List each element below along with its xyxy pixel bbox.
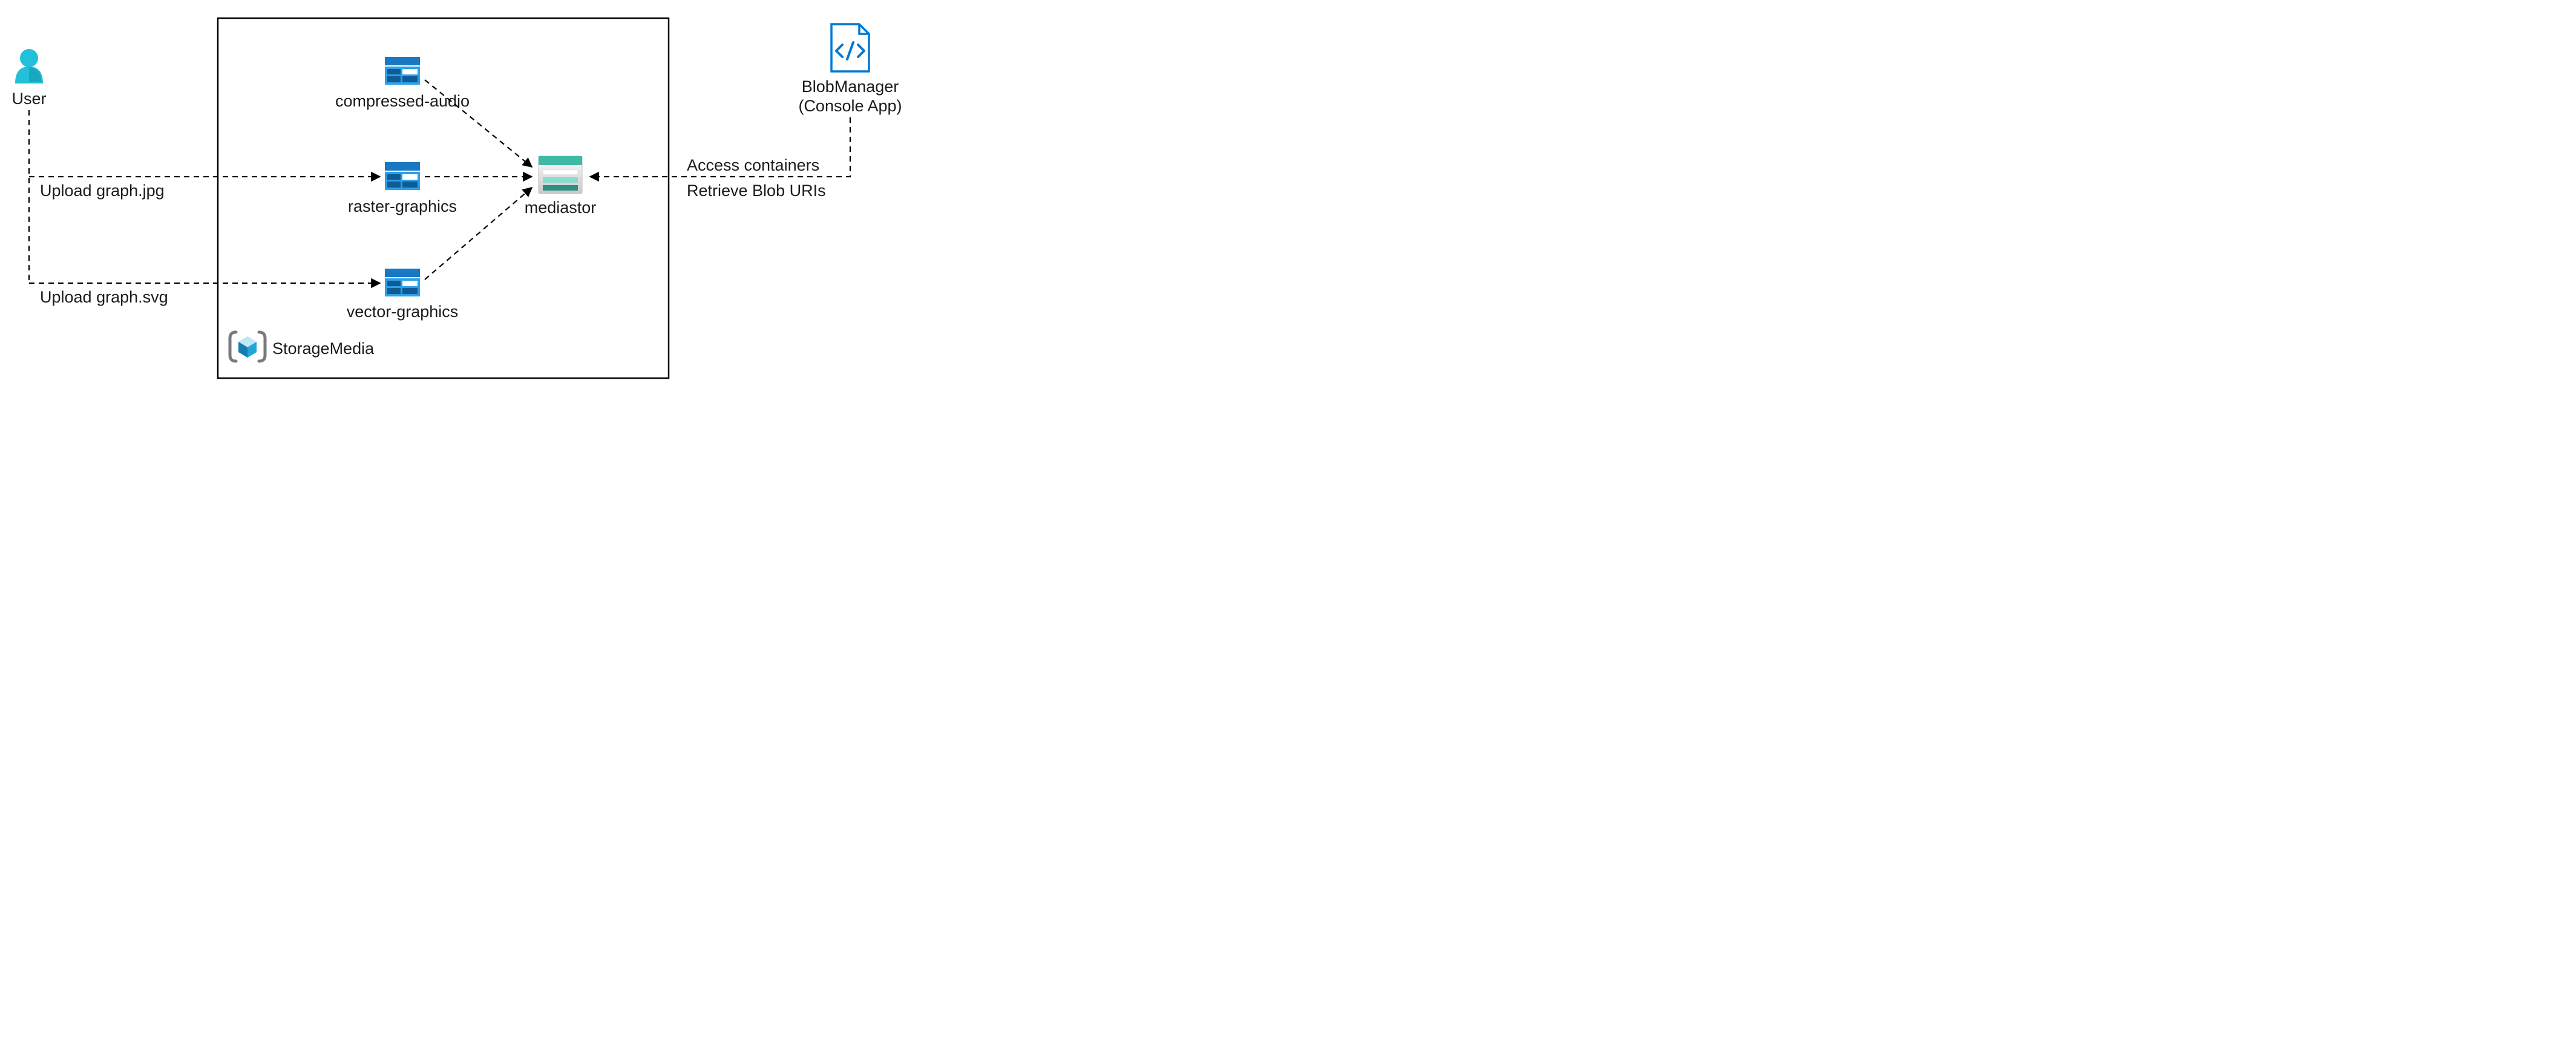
app-retrieve-label: Retrieve Blob URIs [687,182,826,200]
connector-compressed-to-mediastor [425,80,532,167]
container-vector-graphics [385,269,420,296]
container-icon [385,162,420,190]
container-vector-graphics-label: vector-graphics [347,303,459,321]
resource-group-icon [230,332,265,361]
user-icon [15,49,43,83]
storage-account-icon [539,156,582,194]
upload-svg-label: Upload graph.svg [40,288,168,306]
app-icon [831,24,869,71]
app-label-line2: (Console App) [798,97,902,115]
container-compressed-audio [385,57,420,85]
storage-account-label: mediastor [525,198,597,217]
upload-jpg-label: Upload graph.jpg [40,182,165,200]
architecture-diagram: StorageMedia User Upload graph.jpg Uploa… [0,0,920,379]
container-icon [385,269,420,296]
container-icon [385,57,420,85]
app-label-line1: BlobManager [802,77,899,96]
container-raster-graphics [385,162,420,190]
resource-group-label: StorageMedia [272,339,375,358]
app-access-label: Access containers [687,156,819,174]
user-label: User [11,90,46,108]
container-compressed-audio-label: compressed-audio [335,92,470,110]
container-raster-graphics-label: raster-graphics [348,197,457,215]
